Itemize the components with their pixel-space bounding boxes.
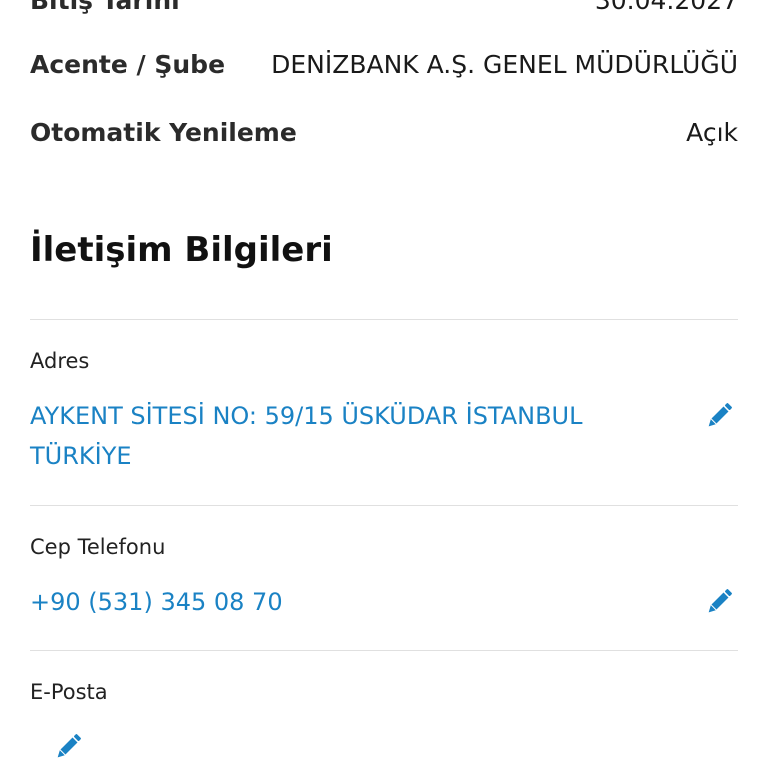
end-date-value: 30.04.2027 xyxy=(594,0,738,15)
end-date-label: Bitiş Tarihi xyxy=(30,0,180,15)
divider xyxy=(30,505,738,506)
email-label: E-Posta xyxy=(30,680,108,704)
address-label: Adres xyxy=(30,349,90,373)
auto-renew-row: Otomatik Yenileme Açık xyxy=(30,118,738,147)
address-value[interactable]: AYKENT SİTESİ NO: 59/15 ÜSKÜDAR İSTANBUL… xyxy=(30,396,640,476)
edit-email-button[interactable] xyxy=(52,729,86,763)
divider xyxy=(30,650,738,651)
pencil-icon xyxy=(708,403,732,427)
auto-renew-label: Otomatik Yenileme xyxy=(30,118,297,147)
pencil-icon xyxy=(708,589,732,613)
edit-phone-button[interactable] xyxy=(703,584,737,618)
edit-address-button[interactable] xyxy=(703,398,737,432)
end-date-row: Bitiş Tarihi 30.04.2027 xyxy=(30,0,738,15)
auto-renew-value: Açık xyxy=(686,118,738,147)
pencil-icon xyxy=(57,734,81,758)
phone-value[interactable]: +90 (531) 345 08 70 xyxy=(30,582,283,622)
phone-label: Cep Telefonu xyxy=(30,535,166,559)
agency-row: Acente / Şube DENİZBANK A.Ş. GENEL MÜDÜR… xyxy=(30,50,738,79)
agency-label: Acente / Şube xyxy=(30,50,226,79)
contact-section-title: İletişim Bilgileri xyxy=(30,230,333,270)
divider xyxy=(30,319,738,320)
agency-value: DENİZBANK A.Ş. GENEL MÜDÜRLÜĞÜ xyxy=(271,50,738,79)
